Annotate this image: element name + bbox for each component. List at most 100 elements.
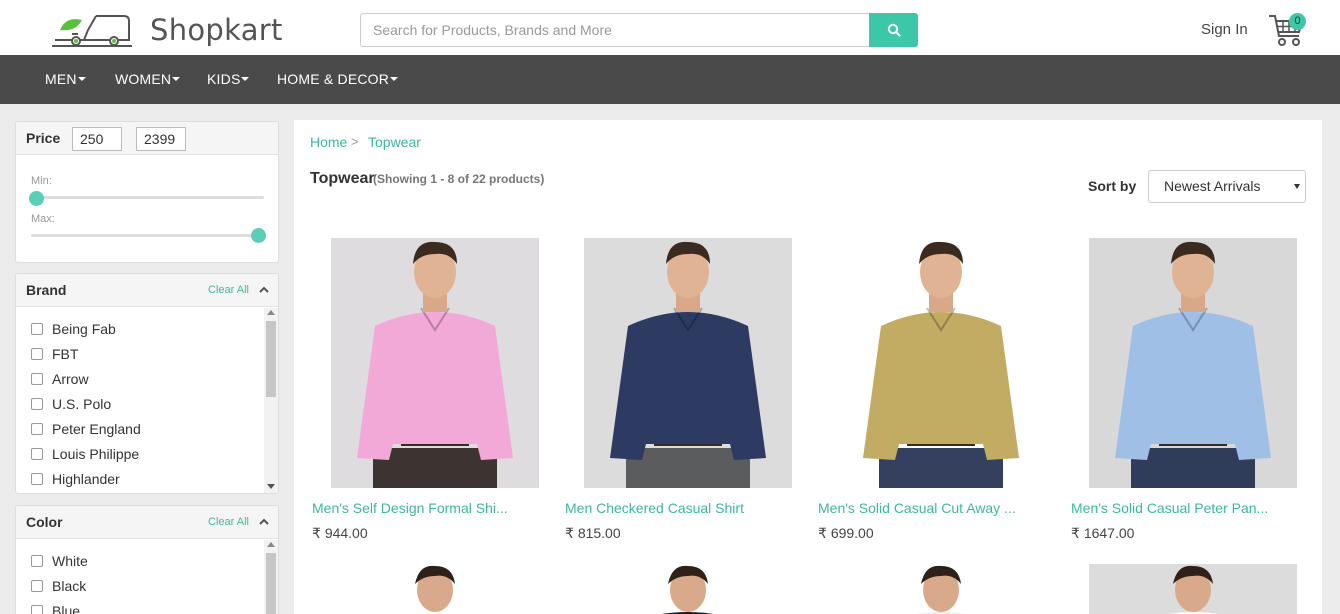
brand-filter-header: Brand Clear All xyxy=(16,274,278,307)
filter-option-label: Black xyxy=(52,578,87,594)
filter-checkbox[interactable] xyxy=(31,398,43,410)
filter-option-label: Arrow xyxy=(52,371,89,387)
product-image[interactable] xyxy=(331,564,539,614)
rupee-icon: ₹ xyxy=(1071,525,1080,541)
filter-option[interactable]: U.S. Polo xyxy=(31,396,111,412)
filter-option[interactable]: White xyxy=(31,553,88,569)
breadcrumb-current[interactable]: Topwear xyxy=(368,134,421,150)
product-name-link[interactable]: Men's Solid Casual Peter Pan... xyxy=(1071,500,1268,516)
filter-option[interactable]: Black xyxy=(31,578,86,594)
filter-option-label: U.S. Polo xyxy=(52,396,112,412)
product-photo xyxy=(863,241,1019,488)
nav-item-women[interactable]: WOMEN xyxy=(115,71,181,87)
filter-option-label: Highlander xyxy=(52,471,120,487)
product-image[interactable] xyxy=(331,238,539,488)
filter-checkbox[interactable] xyxy=(31,373,43,385)
min-slider-track[interactable] xyxy=(31,196,264,199)
filter-option[interactable]: Louis Philippe xyxy=(31,446,139,462)
filter-checkbox[interactable] xyxy=(31,580,43,592)
max-slider-label: Max: xyxy=(31,213,55,225)
color-filter-title: Color xyxy=(26,514,63,530)
shopkart-logo-truck-icon[interactable] xyxy=(52,12,132,48)
search-input[interactable] xyxy=(360,13,870,47)
filter-option-label: Blue xyxy=(52,603,81,614)
nav-item-label: MEN xyxy=(45,71,77,87)
min-slider-thumb[interactable] xyxy=(29,191,44,206)
filter-checkbox[interactable] xyxy=(31,473,43,485)
product-price: ₹ 699.00 xyxy=(818,525,874,542)
caret-down-icon xyxy=(77,77,86,82)
nav-item-kids[interactable]: KIDS xyxy=(207,71,250,87)
color-filter-panel: Color Clear All White Black Blue xyxy=(15,505,279,614)
scroll-up-icon[interactable] xyxy=(267,542,275,547)
brand-filter-panel: Brand Clear All Being Fab FBT Arrow U.S. Po… xyxy=(15,273,279,494)
sign-in-link[interactable]: Sign In xyxy=(1201,21,1248,38)
brand-scrollbar-thumb[interactable] xyxy=(266,321,276,397)
chevron-up-icon[interactable] xyxy=(259,285,269,295)
page-title: Topwear xyxy=(310,170,375,187)
result-count: (Showing 1 - 8 of 22 products) xyxy=(373,172,545,186)
product-image[interactable] xyxy=(584,564,792,614)
search-icon xyxy=(887,23,901,37)
breadcrumb-separator: > xyxy=(351,134,359,149)
scroll-up-icon[interactable] xyxy=(267,310,275,315)
product-name-link[interactable]: Men's Self Design Formal Shi... xyxy=(312,500,508,516)
header: Shopkart Sign In 0 xyxy=(0,0,1340,55)
brand-clear-all-link[interactable]: Clear All xyxy=(208,284,249,296)
product-name-link[interactable]: Men Checkered Casual Shirt xyxy=(565,500,744,516)
color-scrollbar-thumb[interactable] xyxy=(266,553,276,614)
product-photo xyxy=(1167,565,1219,614)
price-value: 699.00 xyxy=(830,525,874,541)
product-image[interactable] xyxy=(837,238,1045,488)
caret-down-icon xyxy=(390,77,399,82)
price-min-input[interactable] xyxy=(72,127,122,151)
filter-option[interactable]: Highlander xyxy=(31,471,120,487)
sort-label: Sort by xyxy=(1088,178,1137,194)
product-photo xyxy=(1115,241,1271,488)
nav-item-label: KIDS xyxy=(207,71,241,87)
scroll-down-icon[interactable] xyxy=(267,484,275,489)
product-price: ₹ 944.00 xyxy=(312,525,368,542)
product-image[interactable] xyxy=(1089,238,1297,488)
breadcrumb-home[interactable]: Home xyxy=(310,134,347,150)
caret-down-icon xyxy=(1294,184,1300,189)
product-image[interactable] xyxy=(837,564,1045,614)
filter-option-label: Peter England xyxy=(52,421,141,437)
filter-checkbox[interactable] xyxy=(31,448,43,460)
filter-checkbox[interactable] xyxy=(31,423,43,435)
chevron-up-icon[interactable] xyxy=(259,517,269,527)
sort-selected-value: Newest Arrivals xyxy=(1164,178,1261,194)
product-photo xyxy=(357,241,513,488)
filter-option-label: Being Fab xyxy=(52,321,116,337)
color-clear-all-link[interactable]: Clear All xyxy=(208,516,249,528)
max-slider-thumb[interactable] xyxy=(251,228,266,243)
filter-checkbox[interactable] xyxy=(31,555,43,567)
filter-checkbox[interactable] xyxy=(31,323,43,335)
nav-item-label: HOME & DECOR xyxy=(277,71,390,87)
nav-item-men[interactable]: MEN xyxy=(45,71,86,87)
product-photo xyxy=(662,565,714,614)
caret-down-icon xyxy=(172,77,181,82)
search-button[interactable] xyxy=(869,13,918,47)
filter-option[interactable]: FBT xyxy=(31,346,78,362)
rupee-icon: ₹ xyxy=(312,525,321,541)
product-image[interactable] xyxy=(1089,564,1297,614)
filter-option[interactable]: Blue xyxy=(31,603,80,614)
price-max-input[interactable] xyxy=(136,127,186,151)
nav-item-home-decor[interactable]: HOME & DECOR xyxy=(277,71,399,87)
filter-option[interactable]: Peter England xyxy=(31,421,141,437)
max-slider-track[interactable] xyxy=(31,234,264,237)
filter-option[interactable]: Being Fab xyxy=(31,321,116,337)
filter-option-label: FBT xyxy=(52,346,79,362)
price-filter-title: Price xyxy=(26,130,61,146)
product-name-link[interactable]: Men's Solid Casual Cut Away ... xyxy=(818,500,1016,516)
product-image[interactable] xyxy=(584,238,792,488)
sort-select[interactable]: Newest Arrivals xyxy=(1148,170,1306,203)
product-photo xyxy=(610,241,766,488)
filter-checkbox[interactable] xyxy=(31,605,43,614)
filter-checkbox[interactable] xyxy=(31,348,43,360)
brand-name[interactable]: Shopkart xyxy=(150,13,283,47)
price-value: 815.00 xyxy=(577,525,621,541)
filter-option[interactable]: Arrow xyxy=(31,371,89,387)
cart-count-badge: 0 xyxy=(1289,13,1306,30)
